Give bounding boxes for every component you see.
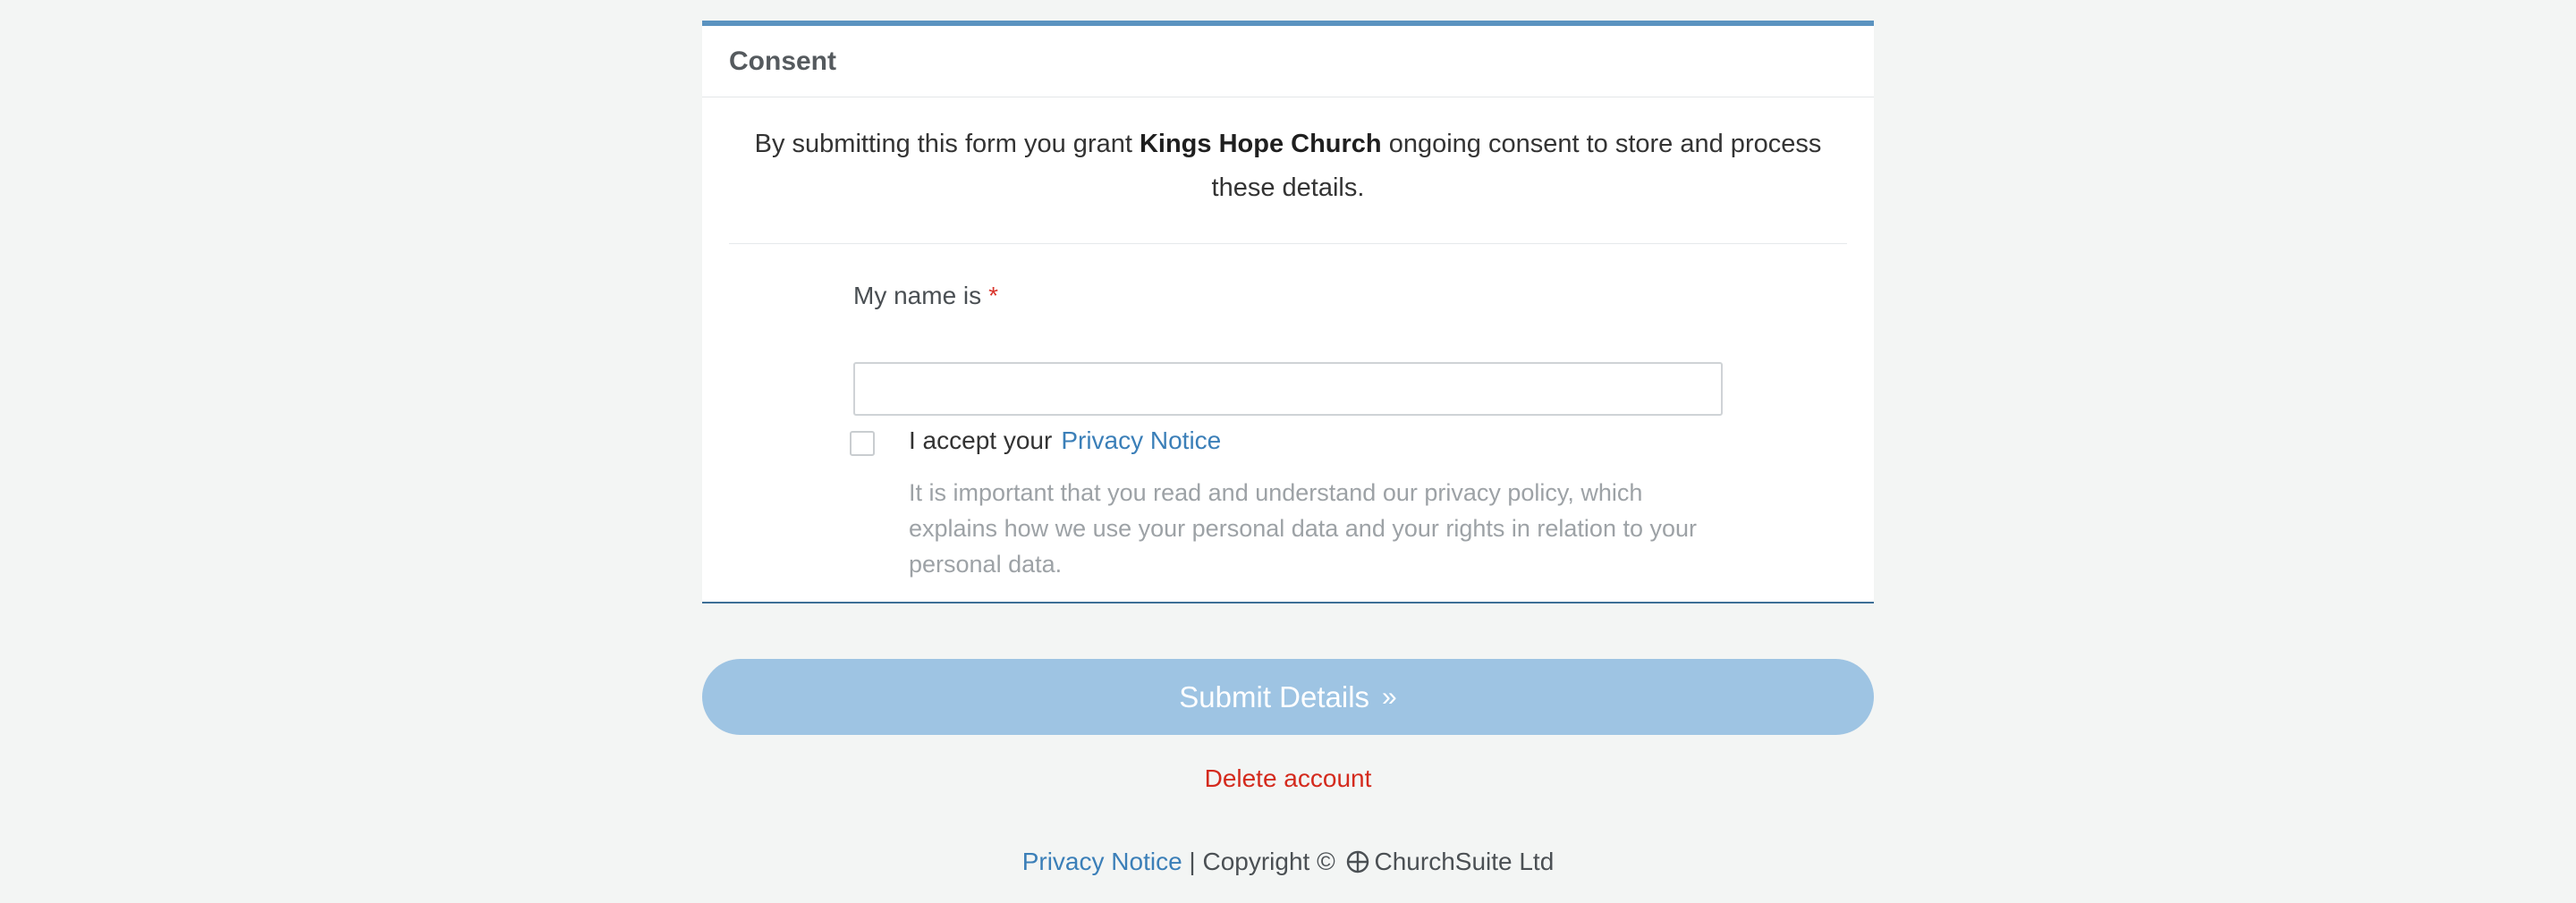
delete-account-row: Delete account (0, 764, 2576, 793)
churchsuite-logo-icon (1346, 850, 1368, 873)
divider (729, 243, 1847, 244)
privacy-help-text: It is important that you read and unders… (909, 479, 1698, 578)
consent-panel: Consent By submitting this form you gran… (702, 21, 1874, 603)
company-name: ChurchSuite Ltd (1374, 848, 1555, 875)
privacy-accept-label: I accept your Privacy Notice (909, 426, 1221, 455)
required-marker: * (988, 282, 999, 309)
chevron-double-right-icon: » (1382, 681, 1397, 712)
privacy-notice-link[interactable]: Privacy Notice (1061, 426, 1221, 454)
footer: Privacy Notice | Copyright © ChurchSuite… (0, 848, 2576, 876)
church-name: Kings Hope Church (1139, 130, 1382, 158)
consent-prefix: By submitting this form you grant (754, 130, 1140, 158)
delete-account-link[interactable]: Delete account (1205, 764, 1372, 792)
name-label-text: My name is (853, 282, 982, 309)
accept-text: I accept your (909, 426, 1053, 454)
submit-details-button[interactable]: Submit Details » (702, 659, 1874, 735)
panel-title: Consent (729, 46, 836, 76)
consent-statement: By submitting this form you grant Kings … (729, 122, 1847, 210)
name-label: My name is * (853, 282, 998, 310)
copyright-text: | Copyright © (1182, 848, 1343, 875)
panel-header: Consent (702, 26, 1874, 97)
submit-label: Submit Details (1179, 679, 1370, 713)
name-input[interactable] (853, 362, 1723, 416)
privacy-accept-checkbox[interactable] (850, 431, 875, 456)
footer-privacy-notice-link[interactable]: Privacy Notice (1022, 848, 1182, 875)
